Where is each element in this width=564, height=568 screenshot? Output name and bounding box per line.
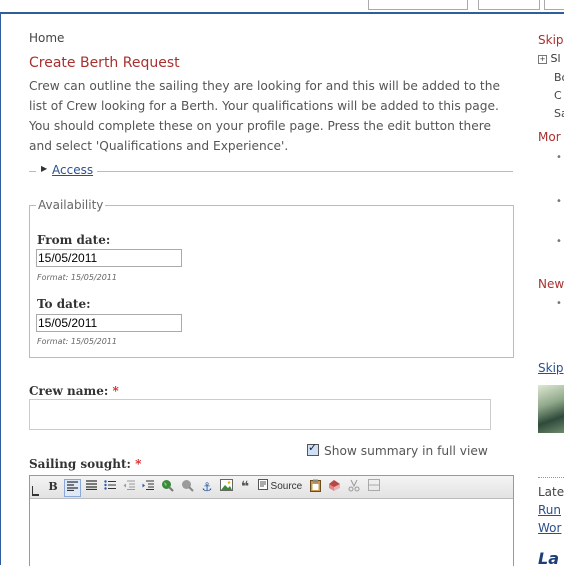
sidebar-tree-sub-2[interactable]: C	[554, 89, 562, 102]
sidebar-tree-sub-3[interactable]: Sa	[554, 107, 564, 120]
intro-text: Crew can outline the sailing they are lo…	[29, 79, 500, 153]
sidebar-photo[interactable]	[538, 385, 564, 433]
top-control[interactable]	[544, 0, 564, 10]
sidebar-tree-sub-1[interactable]: Bo	[554, 71, 564, 84]
align-left-icon	[67, 481, 78, 492]
from-date-input[interactable]: 15/05/2011	[36, 249, 182, 267]
sidebar-link-2[interactable]: Wor	[538, 521, 561, 535]
anchor-icon[interactable]: ⚓	[200, 479, 214, 495]
sidebar-more-heading: Mor	[538, 130, 561, 144]
paste-button[interactable]	[308, 479, 323, 495]
source-button[interactable]: Source	[256, 479, 304, 495]
justify-icon	[86, 480, 97, 491]
show-summary-toggle[interactable]: Show summary in full view	[307, 441, 488, 458]
source-icon	[257, 479, 268, 490]
toolbar-collapse-icon[interactable]	[32, 486, 39, 496]
to-date-input[interactable]: 15/05/2011	[36, 314, 182, 332]
to-date-format: Format: 15/05/2011	[37, 337, 117, 346]
page-title: Create Berth Request	[29, 55, 180, 71]
justify-button[interactable]	[84, 479, 99, 495]
image-icon	[220, 479, 233, 491]
bold-button[interactable]: B	[47, 479, 59, 495]
cut-button[interactable]	[346, 479, 361, 495]
sidebar-bullet: •	[556, 298, 562, 309]
expand-plus-icon[interactable]: +	[538, 55, 547, 64]
outdent-button[interactable]	[121, 479, 136, 495]
sidebar-tree-item[interactable]: + Sl	[538, 52, 561, 65]
breadcrumb[interactable]: Home	[29, 31, 64, 45]
horizontal-rule-icon	[367, 479, 380, 491]
sailing-sought-label: Sailing sought: *	[29, 457, 142, 471]
blockquote-button[interactable]: ❝	[238, 479, 252, 495]
horizontal-rule-button[interactable]	[366, 479, 381, 495]
availability-legend: Availability	[36, 198, 106, 212]
sidebar-bottom-heading: La	[538, 549, 559, 568]
availability-fieldset: Availability From date: 15/05/2011 Forma…	[29, 198, 514, 358]
outdent-icon	[123, 480, 135, 490]
sidebar-link-1[interactable]: Run	[538, 503, 561, 517]
unlink-button[interactable]	[180, 479, 195, 495]
crew-name-label: Crew name: *	[29, 384, 119, 398]
access-toggle-link[interactable]: Access	[52, 163, 93, 177]
sidebar-divider	[538, 477, 564, 478]
frame-border	[0, 13, 1, 565]
required-marker: *	[112, 384, 119, 398]
sidebar-skip-link-2[interactable]: Skip	[538, 361, 564, 375]
sidebar-skip-link[interactable]: Skip	[538, 33, 564, 47]
bullet-list-icon	[103, 480, 116, 490]
top-bar	[0, 0, 564, 14]
bullet-list-button[interactable]	[102, 479, 117, 495]
clipboard-icon	[309, 479, 321, 492]
crew-name-input[interactable]	[29, 399, 491, 430]
sidebar-bullet: •	[556, 152, 562, 163]
paste-word-button[interactable]	[327, 479, 342, 495]
from-date-label: From date:	[37, 233, 111, 247]
image-button[interactable]	[219, 479, 234, 495]
top-search-input[interactable]	[368, 0, 468, 10]
scissors-icon	[348, 479, 359, 492]
access-fieldset: ▶ Access	[29, 163, 513, 178]
link-button[interactable]	[160, 479, 175, 495]
unlink-icon	[182, 480, 194, 492]
required-marker: *	[135, 457, 142, 471]
align-left-button[interactable]	[64, 479, 81, 497]
editor-toolbar: B ⚓ ❝ Source	[30, 476, 513, 499]
sidebar-bullet: •	[556, 196, 562, 207]
indent-button[interactable]	[140, 479, 155, 495]
indent-icon	[142, 480, 154, 490]
top-login-button[interactable]	[478, 0, 540, 10]
top-border	[0, 12, 564, 14]
sailing-sought-editor[interactable]: B ⚓ ❝ Source	[29, 475, 514, 566]
sidebar-bullet: •	[556, 236, 562, 247]
sidebar-latest-heading: Late	[538, 485, 564, 499]
globe-link-icon	[162, 480, 174, 492]
expand-arrow-icon[interactable]: ▶	[41, 164, 47, 173]
from-date-format: Format: 15/05/2011	[37, 273, 117, 282]
summary-checkbox[interactable]	[307, 441, 319, 456]
paste-word-icon	[329, 480, 340, 491]
sidebar-news-heading: New	[538, 277, 564, 291]
to-date-label: To date:	[37, 297, 91, 311]
